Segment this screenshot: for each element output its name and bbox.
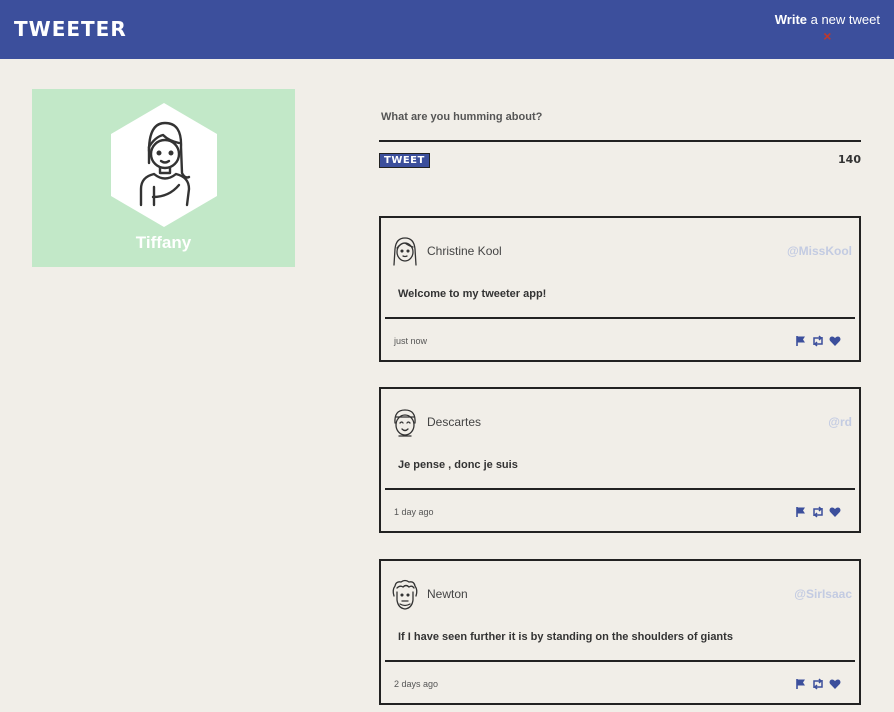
tweet-actions — [795, 677, 841, 695]
flag-icon[interactable] — [795, 334, 807, 352]
tweet-author-name[interactable]: Descartes — [427, 415, 481, 429]
tweet-body: If I have seen further it is by standing… — [398, 631, 733, 643]
write-label: Write — [774, 12, 807, 27]
profile-avatar — [111, 103, 217, 227]
tweet-author-name[interactable]: Newton — [427, 587, 468, 601]
tweet-author-handle[interactable]: @MissKool — [787, 244, 852, 258]
retweet-icon[interactable] — [811, 334, 825, 352]
tweet-card: Newton @SirIsaac If I have seen further … — [379, 559, 861, 705]
tweet-timestamp: 1 day ago — [394, 507, 434, 517]
tweet-divider — [385, 660, 855, 662]
flag-icon[interactable] — [795, 677, 807, 695]
write-new-tweet-toggle[interactable]: Write a new tweet × — [775, 12, 880, 44]
tweet-body: Je pense , donc je suis — [398, 459, 518, 471]
tweet-card: Descartes @rd Je pense , donc je suis 1 … — [379, 387, 861, 533]
retweet-icon[interactable] — [811, 677, 825, 695]
profile-card: Tiffany — [32, 89, 295, 267]
profile-name: Tiffany — [135, 233, 192, 252]
heart-icon[interactable] — [829, 677, 841, 695]
tweet-composer: What are you humming about? TWEET 140 — [379, 104, 861, 168]
tweet-timestamp: 2 days ago — [394, 679, 439, 689]
tweet-author-handle[interactable]: @SirIsaac — [794, 587, 852, 601]
heart-icon[interactable] — [829, 334, 841, 352]
character-counter: 140 — [838, 153, 861, 166]
heart-icon[interactable] — [829, 505, 841, 523]
tweet-input[interactable]: What are you humming about? — [379, 104, 861, 140]
tweet-button[interactable]: TWEET — [379, 153, 430, 168]
tweet-body: Welcome to my tweeter app! — [398, 288, 547, 300]
tweet-author-handle[interactable]: @rd — [828, 415, 852, 429]
flag-icon[interactable] — [795, 505, 807, 523]
tweet-divider — [385, 317, 855, 319]
top-navbar: TWEETER Write a new tweet × — [0, 0, 894, 59]
brand-logo[interactable]: TWEETER — [14, 17, 127, 41]
tweet-divider — [385, 488, 855, 490]
tweet-actions — [795, 505, 841, 523]
composer-divider — [379, 140, 861, 142]
woman-avatar-icon — [393, 237, 417, 266]
close-icon[interactable]: × — [775, 28, 880, 44]
retweet-icon[interactable] — [811, 505, 825, 523]
tweet-timestamp: just now — [394, 336, 428, 346]
curly-haired-man-avatar-icon — [392, 579, 418, 610]
new-tweet-label: a new tweet — [807, 12, 880, 27]
smiling-man-avatar-icon — [394, 409, 416, 437]
tweet-actions — [795, 334, 841, 352]
tweet-author-name[interactable]: Christine Kool — [427, 244, 502, 258]
tweet-card: Christine Kool @MissKool Welcome to my t… — [379, 216, 861, 362]
